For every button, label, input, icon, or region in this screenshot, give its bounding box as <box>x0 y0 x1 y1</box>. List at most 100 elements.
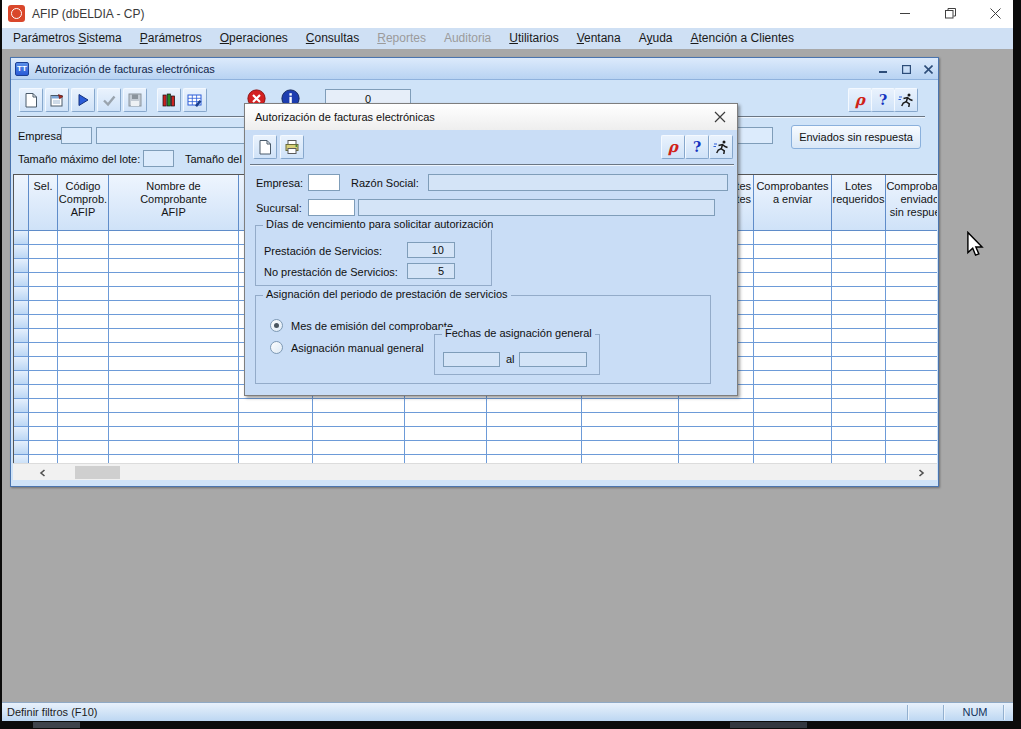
grid-cell[interactable] <box>313 441 405 455</box>
help-button[interactable]: ? <box>871 88 895 112</box>
grid-cell[interactable] <box>109 287 239 301</box>
column-header-lotes[interactable]: Lotes requeridos <box>832 175 886 231</box>
grid-cell[interactable] <box>832 259 886 273</box>
prestacion-field[interactable]: 10 <box>407 242 455 258</box>
grid-cell[interactable] <box>109 413 239 427</box>
grid-cell[interactable] <box>109 315 239 329</box>
grid-cell[interactable] <box>58 399 109 413</box>
grid-cell[interactable] <box>886 315 937 329</box>
close-button[interactable] <box>980 0 1010 26</box>
grid-cell[interactable] <box>582 441 679 455</box>
grid-cell[interactable] <box>832 371 886 385</box>
grid-row[interactable] <box>14 413 937 427</box>
menu-utilitarios[interactable]: Utilitarios <box>500 28 567 49</box>
grid-cell[interactable] <box>832 301 886 315</box>
column-header-comprobantes[interactable]: Comprobantes a enviar <box>754 175 832 231</box>
grid-cell[interactable] <box>29 273 58 287</box>
column-header-sel[interactable]: Sel. <box>29 175 58 231</box>
grid-cell[interactable] <box>405 427 487 441</box>
grid-cell[interactable] <box>754 357 832 371</box>
grid-cell[interactable] <box>832 287 886 301</box>
grid-cell[interactable] <box>109 385 239 399</box>
grid-cell[interactable] <box>109 371 239 385</box>
grid-cell[interactable] <box>239 413 313 427</box>
grid-cell[interactable] <box>109 231 239 245</box>
grid-cell[interactable] <box>754 329 832 343</box>
grid-cell[interactable] <box>832 245 886 259</box>
grid-cell[interactable] <box>29 301 58 315</box>
grid-cell[interactable] <box>58 245 109 259</box>
grid-cell[interactable] <box>29 287 58 301</box>
row-header-cell[interactable] <box>14 343 29 357</box>
child-maximize-button[interactable] <box>898 62 914 76</box>
grid-cell[interactable] <box>58 385 109 399</box>
radio-asignacion-manual[interactable] <box>270 341 283 354</box>
grid-cell[interactable] <box>58 315 109 329</box>
grid-cell[interactable] <box>109 427 239 441</box>
row-header-cell[interactable] <box>14 273 29 287</box>
new-document-button[interactable] <box>253 135 277 159</box>
grid-cell[interactable] <box>886 287 937 301</box>
grid-cell[interactable] <box>58 259 109 273</box>
grid-cell[interactable] <box>832 357 886 371</box>
child-minimize-button[interactable] <box>875 62 891 76</box>
grid-cell[interactable] <box>754 245 832 259</box>
grid-cell[interactable] <box>239 441 313 455</box>
grid-cell[interactable] <box>109 329 239 343</box>
grid-cell[interactable] <box>754 385 832 399</box>
grid-cell[interactable] <box>405 399 487 413</box>
grid-cell[interactable] <box>313 413 405 427</box>
grid-cell[interactable] <box>29 385 58 399</box>
grid-cell[interactable] <box>405 441 487 455</box>
row-header-cell[interactable] <box>14 385 29 399</box>
row-header-cell[interactable] <box>14 399 29 413</box>
grid-cell[interactable] <box>582 413 679 427</box>
grid-cell[interactable] <box>832 231 886 245</box>
grid-cell[interactable] <box>313 399 405 413</box>
horizontal-scrollbar[interactable] <box>13 463 937 480</box>
grid-cell[interactable] <box>832 399 886 413</box>
grid-cell[interactable] <box>29 455 58 463</box>
grid-cell[interactable] <box>886 259 937 273</box>
grid-cell[interactable] <box>58 301 109 315</box>
grid-cell[interactable] <box>754 259 832 273</box>
column-header-nombre-de[interactable]: Nombre de Comprobante AFIP <box>109 175 239 231</box>
menu-reportes[interactable]: Reportes <box>368 28 435 49</box>
grid-cell[interactable] <box>832 329 886 343</box>
grid-cell[interactable] <box>679 455 754 463</box>
grid-cell[interactable] <box>109 399 239 413</box>
row-header-cell[interactable] <box>14 287 29 301</box>
no-prestacion-field[interactable]: 5 <box>407 263 455 279</box>
grid-cell[interactable] <box>29 315 58 329</box>
grid-cell[interactable] <box>832 455 886 463</box>
grid-cell[interactable] <box>582 399 679 413</box>
grid-cell[interactable] <box>886 301 937 315</box>
child-close-button[interactable] <box>920 62 936 76</box>
grid-cell[interactable] <box>239 399 313 413</box>
menu-parametros[interactable]: Parámetros <box>131 28 211 49</box>
dlg-sucursal-field[interactable] <box>308 199 355 216</box>
grid-cell[interactable] <box>109 245 239 259</box>
grid-cell[interactable] <box>109 301 239 315</box>
save-button[interactable] <box>123 88 147 112</box>
grid-cell[interactable] <box>679 413 754 427</box>
grid-cell[interactable] <box>487 455 582 463</box>
grid-cell[interactable] <box>109 273 239 287</box>
grid-cell[interactable] <box>29 357 58 371</box>
grid-cell[interactable] <box>754 371 832 385</box>
grid-cell[interactable] <box>109 357 239 371</box>
grid-cell[interactable] <box>754 427 832 441</box>
grid-cell[interactable] <box>886 231 937 245</box>
grid-cell[interactable] <box>832 343 886 357</box>
grid-row[interactable] <box>14 455 937 463</box>
grid-cell[interactable] <box>29 231 58 245</box>
fecha-hasta-field[interactable] <box>519 352 587 367</box>
grid-cell[interactable] <box>754 231 832 245</box>
scroll-right-icon[interactable] <box>913 466 929 480</box>
grid-cell[interactable] <box>886 371 937 385</box>
help-button[interactable]: ? <box>685 135 709 159</box>
grid-cell[interactable] <box>313 455 405 463</box>
row-header-cell[interactable] <box>14 259 29 273</box>
grid-cell[interactable] <box>886 357 937 371</box>
enviados-sin-respuesta-button[interactable]: Enviados sin respuesta <box>791 125 921 149</box>
